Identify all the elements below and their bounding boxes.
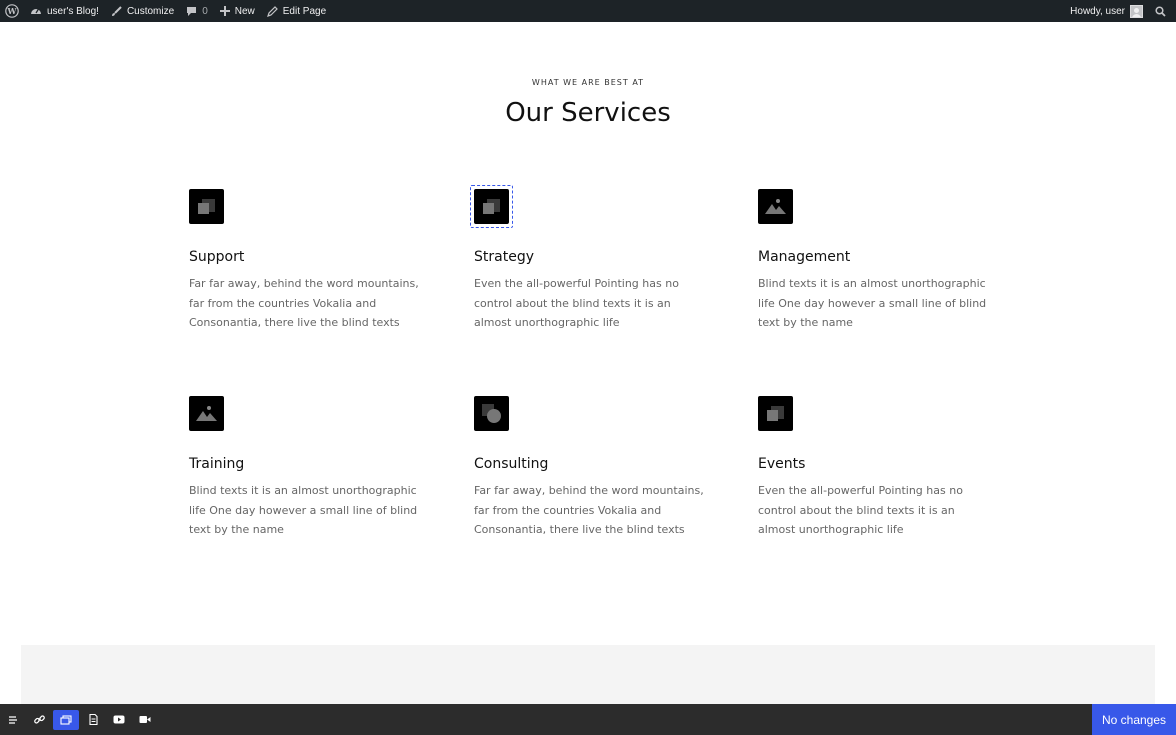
service-icon-box[interactable] [189,396,224,431]
plus-icon [219,6,230,16]
video-button[interactable] [132,704,158,735]
gallery-button[interactable] [53,709,79,730]
stacked-squares-icon [198,199,215,214]
service-title: Strategy [474,249,534,265]
service-title: Events [758,456,806,472]
service-icon-box[interactable] [474,396,509,431]
site-name-link[interactable]: user's Blog! [24,0,105,22]
comment-bubble-icon [187,6,197,16]
service-card-consulting: Consulting Far far away, behind the word… [474,396,709,540]
service-description: Blind texts it is an almost unorthograph… [758,277,987,330]
search-icon [1155,5,1166,17]
stacked-squares-icon [767,406,784,421]
page-button[interactable] [80,704,106,735]
gallery-icon [60,714,72,725]
customize-link[interactable]: Customize [105,0,180,22]
service-icon-box[interactable] [758,189,793,224]
service-description: Blind texts it is an almost unorthograph… [189,484,418,537]
service-card-support: Support Far far away, behind the word mo… [189,189,424,333]
service-card-events: Events Even the all-powerful Pointing ha… [758,396,993,540]
document-icon [88,714,98,725]
new-label: New [234,5,255,17]
service-title: Management [758,249,851,265]
search-button[interactable] [1149,0,1176,22]
youtube-icon [113,715,125,724]
service-description: Far far away, behind the word mountains,… [189,277,419,330]
service-title: Support [189,249,245,265]
customize-label: Customize [126,5,175,17]
wordpress-logo-button[interactable]: W [0,0,24,22]
edit-page-label: Edit Page [282,5,327,17]
new-content-link[interactable]: New [214,0,261,22]
service-card-training: Training Blind texts it is an almost uno… [189,396,424,540]
wordpress-icon: W [5,4,19,18]
link-icon [33,715,45,724]
link-button[interactable] [26,704,52,735]
service-icon-box[interactable] [470,185,513,228]
service-card-management: Management Blind texts it is an almost u… [758,189,993,333]
square-circle-icon [482,404,501,423]
site-name: user's Blog! [47,5,99,17]
next-section-background [21,645,1155,705]
pencil-icon [266,5,278,17]
list-icon [9,715,17,724]
admin-bar: W user's Blog! Customize 0 New Edit Page [0,0,1176,22]
service-card-strategy: Strategy Even the all-powerful Pointing … [470,185,709,333]
service-title: Training [189,456,245,472]
service-description: Far far away, behind the word mountains,… [474,484,704,537]
save-status-button[interactable]: No changes [1092,704,1176,735]
service-description: Even the all-powerful Pointing has no co… [758,484,963,537]
paintbrush-icon [111,5,122,16]
comments-link[interactable]: 0 [180,0,214,22]
service-title: Consulting [474,456,549,472]
edit-page-link[interactable]: Edit Page [261,0,332,22]
howdy-text: Howdy, user [1070,5,1125,17]
service-icon-box[interactable] [189,189,224,224]
mountain-image-icon [196,406,217,421]
my-account-menu[interactable]: Howdy, user [1064,0,1149,22]
youtube-button[interactable] [106,704,132,735]
service-icon-box[interactable] [758,396,793,431]
svg-text:W: W [7,6,18,16]
video-camera-icon [139,716,151,723]
avatar [1130,4,1143,18]
dashboard-gauge-icon [31,8,41,14]
section-title: Our Services [505,98,671,128]
section-eyebrow: WHAT WE ARE BEST AT [531,78,645,87]
mountain-image-icon [765,199,786,214]
list-view-button[interactable] [0,704,26,735]
comments-count: 0 [202,5,208,17]
editor-bottom-toolbar: No changes [0,704,1176,735]
service-description: Even the all-powerful Pointing has no co… [474,277,679,330]
stacked-squares-icon [483,199,500,214]
